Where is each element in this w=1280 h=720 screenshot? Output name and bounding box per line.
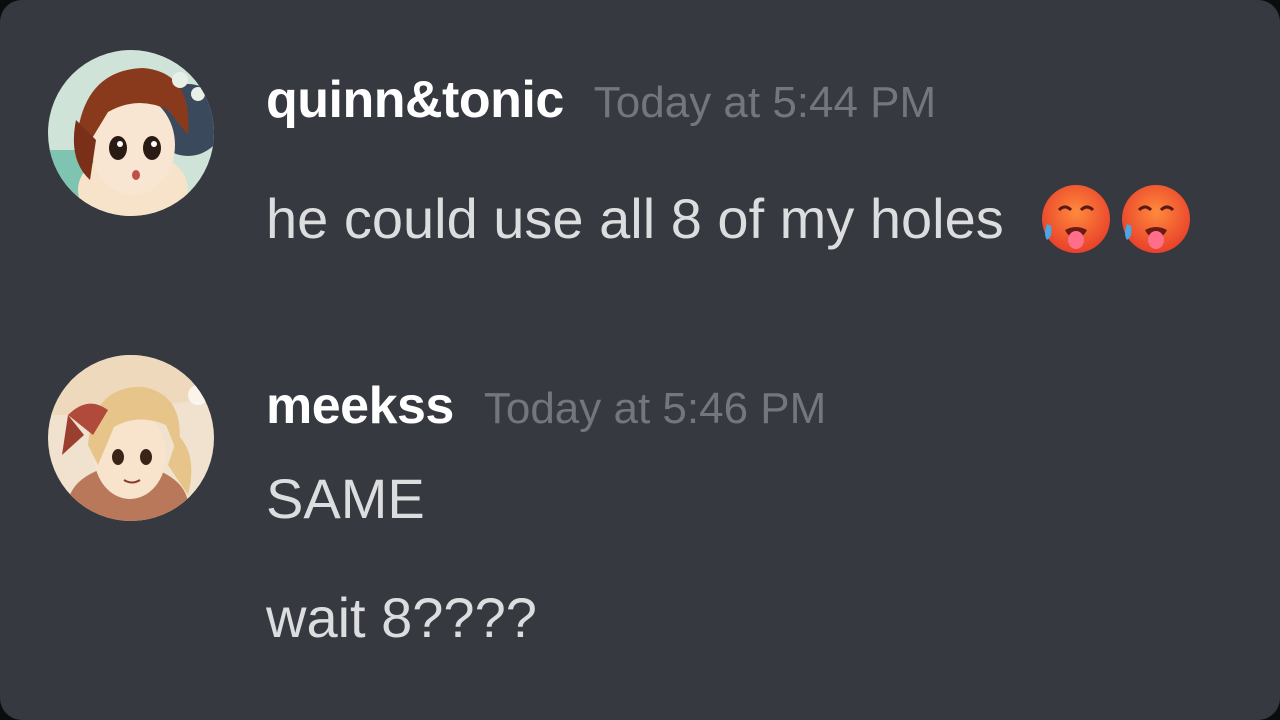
username[interactable]: meekss: [266, 377, 454, 435]
message-text: SAME: [266, 467, 425, 530]
chat-window: quinn&tonic Today at 5:44 PM he could use…: [0, 0, 1280, 720]
user-avatar[interactable]: [48, 355, 214, 521]
message-header: meekss Today at 5:46 PM: [266, 376, 826, 436]
timestamp: Today at 5:46 PM: [483, 384, 827, 433]
anime-avatar-blonde-hair-icon: [48, 355, 214, 521]
message-text: wait 8????: [266, 586, 537, 649]
message-group-2: meekss Today at 5:46 PM SAME wait 8????: [0, 0, 1280, 720]
